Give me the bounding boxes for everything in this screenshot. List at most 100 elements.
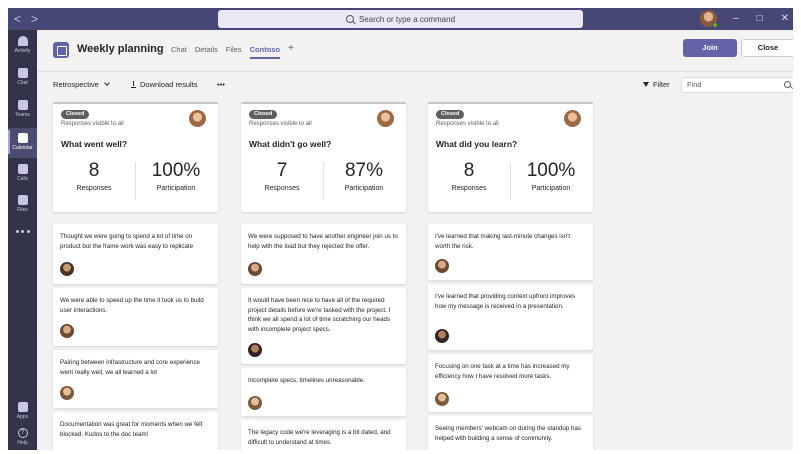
tab-chat[interactable]: Chat [171,45,187,65]
participation-value: 100% [151,160,201,181]
stat-divider [135,162,136,200]
add-tab-button[interactable]: + [288,44,294,65]
avatar [248,343,262,357]
teams-window: < > Search or type a command – □ ✕ Activ… [8,8,793,450]
participation-label: Participation [156,185,196,192]
maximize-button[interactable]: □ [757,11,763,27]
response-card[interactable]: Pairing between infrastructure and core … [53,350,218,408]
close-button[interactable]: Close [741,39,793,57]
responses-stat: 7 Responses [247,160,317,192]
appbar-label: Apps [16,414,29,420]
appbar-files[interactable]: Files [8,195,37,213]
visibility-text: Responses visible to all [436,121,499,127]
response-text: We were able to speed up the time it too… [60,297,204,314]
question-summary-card[interactable]: Closed Responses visible to all What wen… [53,102,218,212]
participation-value: 100% [526,160,576,181]
chat-icon [17,68,28,78]
app-bar: Activity Chat Teams Calendar Calls Files… [8,30,37,450]
appbar-calendar[interactable]: Calendar [8,128,37,158]
download-label: Download results [140,80,198,89]
calendar-icon [17,133,28,143]
window-close-button[interactable]: ✕ [781,11,789,27]
question-column: Closed Responses visible to all What did… [241,102,406,450]
response-card[interactable]: Focusing on one task at a time has incre… [428,354,593,412]
question-summary-card[interactable]: Closed Responses visible to all What did… [428,102,593,212]
forward-button[interactable]: > [31,11,38,27]
bell-icon [17,36,28,46]
response-text: We were supposed to have another enginee… [248,233,398,250]
response-card[interactable]: Documentation was great for moments when… [53,412,218,450]
response-card[interactable]: Incomplete specs, timelines unreasonable… [241,368,406,416]
stat-divider [510,162,511,200]
stat-divider [323,162,324,200]
tab-details[interactable]: Details [195,45,218,65]
find-input[interactable]: Find [681,77,793,93]
tab-contoso[interactable]: Contoso [249,45,281,65]
filter-icon [643,82,649,87]
response-card[interactable]: We were able to speed up the time it too… [53,288,218,346]
question-column: Closed Responses visible to all What did… [428,102,593,450]
participation-stat: 100% Participation [516,160,586,192]
response-text: I've learned that providing context upfr… [435,293,576,310]
question-column: Closed Responses visible to all What wen… [53,102,218,450]
appbar-label: Calendar [12,145,33,151]
response-text: The legacy code we're leveraging is a bi… [248,429,391,446]
appbar-label: Chat [17,80,28,86]
responses-stat: 8 Responses [434,160,504,192]
appbar-apps[interactable]: Apps [8,402,37,420]
tab-files[interactable]: Files [226,45,242,65]
responses-label: Responses [76,185,112,192]
appbar-help[interactable]: ? Help [8,428,37,446]
retrospective-dropdown[interactable]: Retrospective [53,80,110,89]
question-summary-card[interactable]: Closed Responses visible to all What did… [241,102,406,212]
file-icon [17,195,28,205]
participation-stat: 87% Participation [329,160,399,192]
response-card[interactable]: We were supposed to have another enginee… [241,224,406,284]
nav-arrows: < > [14,11,38,27]
response-text: Seeing members' webcam on during the sta… [435,425,581,442]
page-title: Weekly planning [77,43,164,55]
avatar [435,392,449,406]
appbar-teams[interactable]: Teams [8,100,37,118]
command-search[interactable]: Search or type a command [218,10,583,28]
more-options-button[interactable]: ••• [217,80,225,89]
response-text: It would have been nice to have all of t… [248,297,391,333]
download-results-button[interactable]: Download results [131,80,198,89]
minimize-button[interactable]: – [733,11,739,27]
meeting-icon [53,42,69,58]
response-card[interactable]: Seeing members' webcam on during the sta… [428,416,593,450]
responses-stat: 8 Responses [59,160,129,192]
teams-icon [17,100,28,110]
response-card[interactable]: I've learned that making last-minute cha… [428,224,593,280]
avatar [60,262,74,276]
response-card[interactable]: The legacy code we're leveraging is a bi… [241,420,406,450]
search-icon [784,81,791,88]
status-badge: Closed [61,110,90,119]
appbar-calls[interactable]: Calls [8,164,37,182]
avatar [435,329,449,343]
filter-button[interactable]: Filter [643,80,670,89]
appbar-chat[interactable]: Chat [8,68,37,86]
response-text: Focusing on one task at a time has incre… [435,363,570,380]
status-badge: Closed [249,110,278,119]
avatar [377,110,394,127]
avatar [248,262,262,276]
participation-label: Participation [344,185,384,192]
avatar [60,324,74,338]
response-card[interactable]: I've learned that providing context upfr… [428,284,593,350]
back-button[interactable]: < [14,11,21,27]
response-card[interactable]: Thought we were going to spend a lot of … [53,224,218,284]
appbar-more[interactable] [8,230,37,234]
join-button[interactable]: Join [683,39,737,57]
response-text: I've learned that making last-minute cha… [435,233,571,250]
meeting-header: Weekly planning Chat Details Files Conto… [37,30,793,72]
appbar-activity[interactable]: Activity [8,36,37,54]
chevron-down-icon [104,80,110,86]
avatar [248,396,262,410]
search-icon [345,15,354,23]
responses-label: Responses [264,185,300,192]
participation-label: Participation [531,185,571,192]
user-avatar[interactable] [700,10,718,28]
search-placeholder: Search or type a command [358,14,456,24]
response-card[interactable]: It would have been nice to have all of t… [241,288,406,364]
